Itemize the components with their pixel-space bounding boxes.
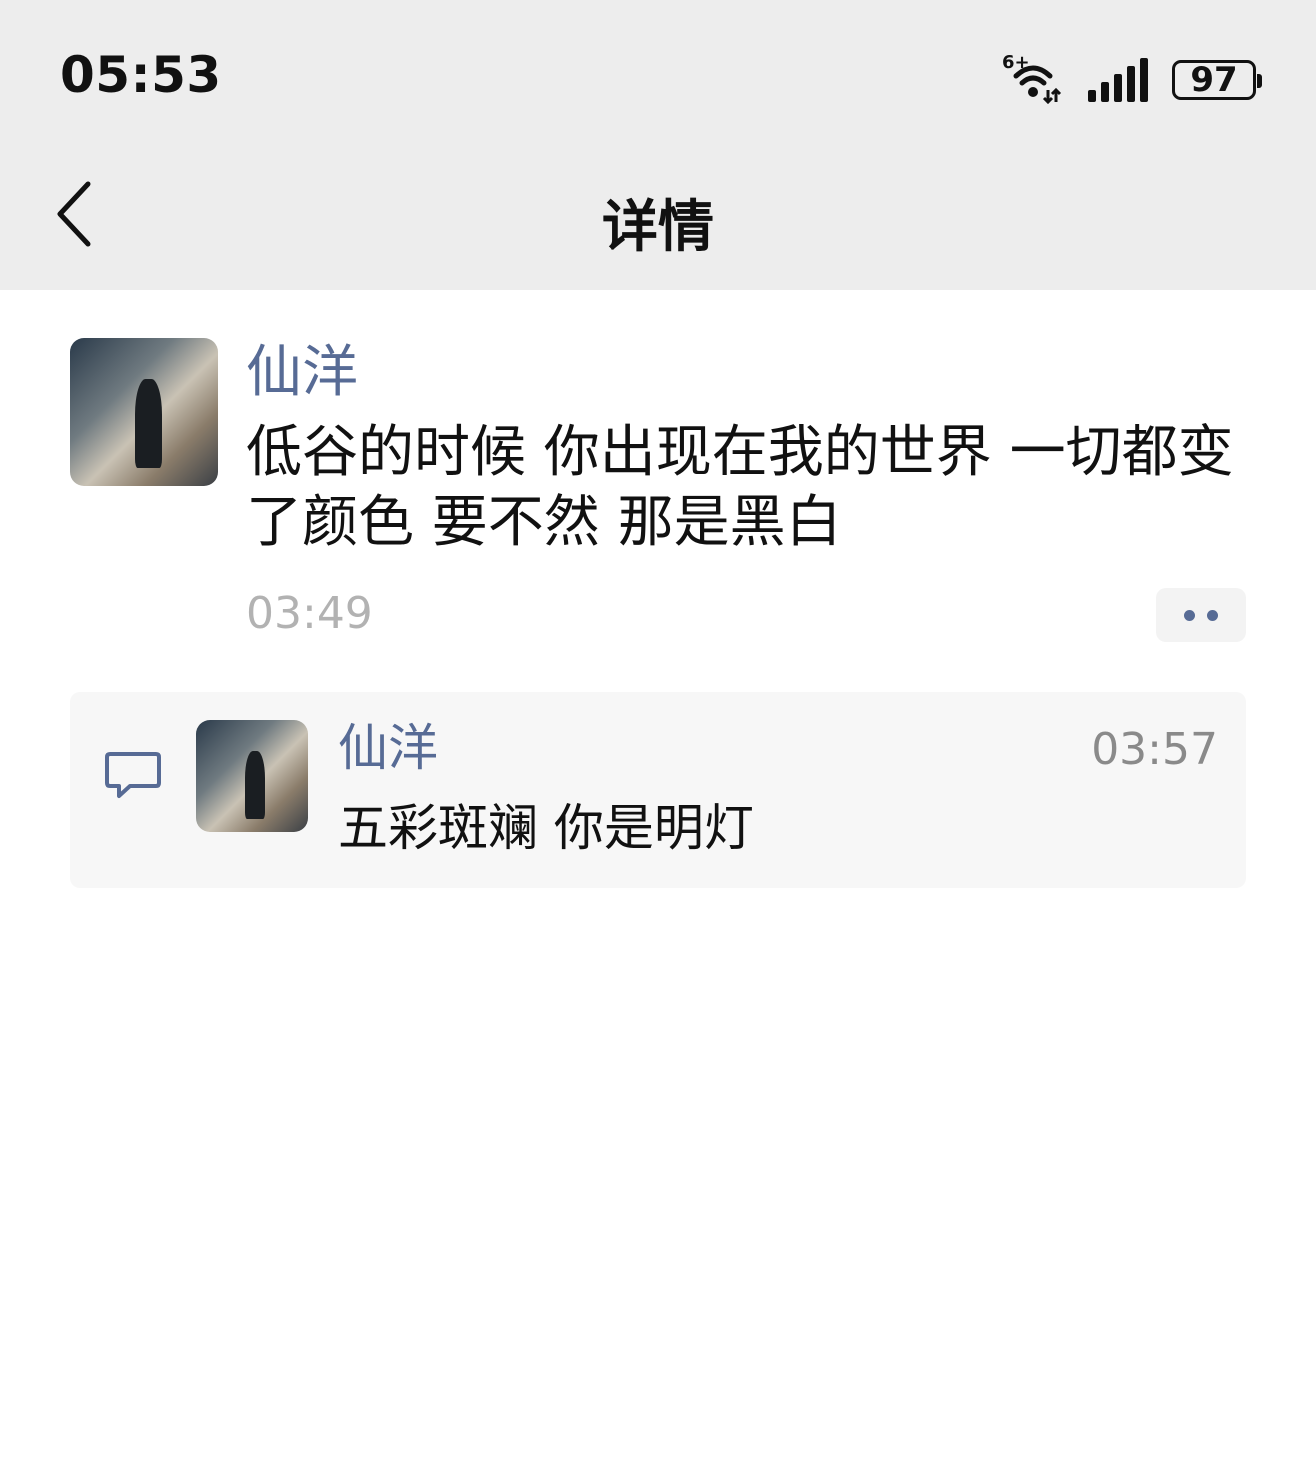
status-icons: 6+ 97	[1002, 52, 1262, 106]
wifi-icon: 6+	[1002, 52, 1064, 105]
comment-author[interactable]: 仙洋	[338, 716, 438, 780]
avatar-figure	[135, 379, 162, 469]
signal-icon	[1088, 58, 1148, 102]
nav-bar: 详情	[0, 150, 1316, 290]
comments-section: 仙洋 03:57 五彩斑斓 你是明灯	[70, 692, 1246, 888]
post-text: 低谷的时候 你出现在我的世界 一切都变了颜色 要不然 那是黑白	[246, 420, 1234, 555]
ellipsis-icon-dot	[1207, 609, 1218, 621]
ellipsis-icon-dot	[1184, 609, 1195, 621]
comment-text[interactable]: 五彩斑斓 你是明灯	[338, 796, 754, 860]
wifi-tag: 6+	[1002, 52, 1030, 73]
battery-level: 97	[1190, 60, 1238, 100]
avatar[interactable]	[70, 338, 218, 486]
post-time: 03:49	[246, 588, 373, 639]
comment-icon	[105, 752, 161, 798]
battery-icon: 97	[1172, 60, 1262, 100]
avatar-figure	[245, 751, 266, 819]
comment-avatar[interactable]	[196, 720, 308, 832]
more-button[interactable]	[1156, 588, 1246, 642]
status-bar: 05:53 6+ 97	[0, 0, 1316, 150]
page-title: 详情	[602, 195, 714, 260]
comment-time: 03:57	[1091, 724, 1218, 775]
status-time: 05:53	[60, 46, 222, 104]
author-name[interactable]: 仙洋	[246, 338, 358, 408]
